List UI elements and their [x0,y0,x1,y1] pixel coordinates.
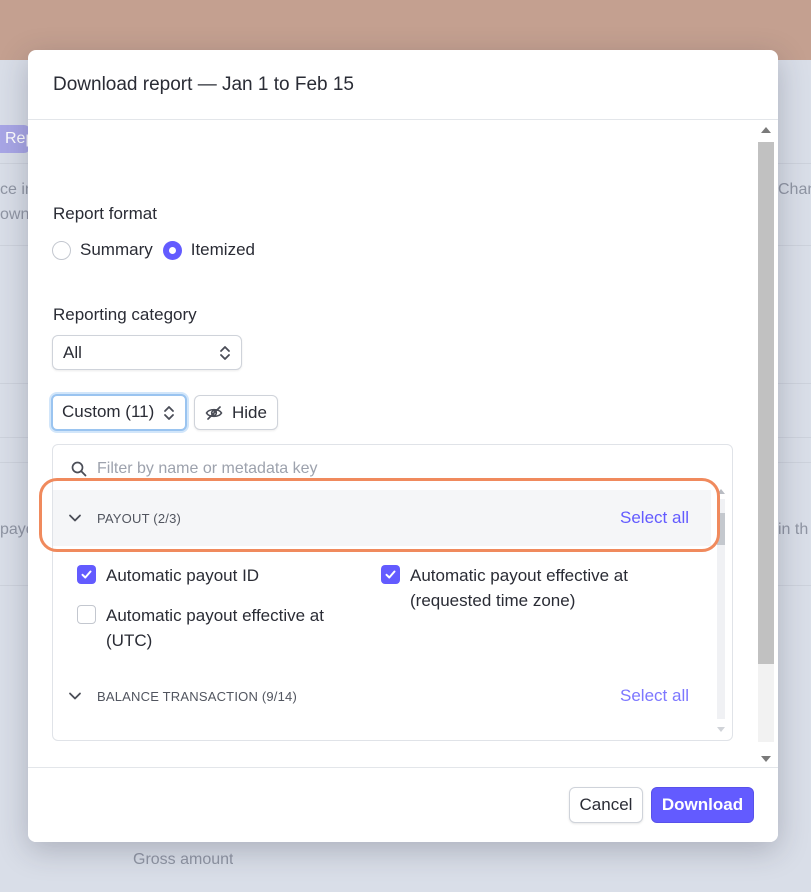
filter-row [71,459,497,479]
dialog-title: Download report — Jan 1 to Feb 15 [53,74,355,95]
backdrop-text: own [0,206,28,223]
payout-group-header[interactable]: PAYOUT (2/3) Select all [53,490,711,546]
balance-transaction-group-title: BALANCE TRANSACTION (9/14) [97,688,298,704]
column-option[interactable]: Automatic payout ID [77,563,347,588]
columns-select[interactable]: Custom (11) [51,394,187,431]
filter-columns-input[interactable] [97,460,497,478]
report-format-radio-group: Summary Itemized [52,240,265,260]
payout-group-title: PAYOUT (2/3) [97,510,182,526]
backdrop-badge: Rep [0,125,30,153]
scroll-up-arrow-icon[interactable] [717,489,725,494]
summary-radio[interactable] [52,240,71,260]
up-down-chevron-icon [220,346,230,360]
columns-panel: PAYOUT (2/3) Select all Automatic payout… [52,444,733,741]
column-option-label: Automatic payout effective at (requested… [410,566,628,610]
columns-select-value: Custom (11) [62,402,155,421]
dialog-scrollbar[interactable] [755,122,777,767]
scroll-down-arrow-icon[interactable] [761,756,771,762]
balance-transaction-group-header[interactable]: BALANCE TRANSACTION (9/14) Select all [53,668,711,724]
chevron-down-icon[interactable] [68,511,82,525]
scrollbar-thumb[interactable] [717,513,725,545]
summary-radio-label[interactable]: Summary [80,240,153,260]
checkbox-checked[interactable] [77,565,96,584]
checkmark-icon [81,570,92,579]
scroll-down-arrow-icon[interactable] [717,727,725,732]
cancel-button[interactable]: Cancel [569,787,643,823]
backdrop-text: payo [0,521,28,538]
dialog-body: Report format Summary Itemized Reporting… [28,120,778,767]
backdrop-text: ce in [0,181,28,198]
itemized-radio-label[interactable]: Itemized [191,240,255,260]
backdrop-text: in th [778,521,809,538]
chevron-down-icon[interactable] [68,689,82,703]
reporting-category-label: Reporting category [53,305,197,324]
checkmark-icon [385,570,396,579]
checkbox-unchecked[interactable] [77,605,96,624]
scrollbar-thumb[interactable] [758,142,774,664]
dialog-header: Download report — Jan 1 to Feb 15 [28,50,778,120]
backdrop-text: Gross amount [133,851,234,868]
column-option-label: Automatic payout effective at (UTC) [106,606,324,650]
backdrop-text: Chan [778,181,811,198]
scroll-up-arrow-icon[interactable] [761,127,771,133]
download-button[interactable]: Download [651,787,754,823]
column-option[interactable]: Automatic payout effective at (UTC) [77,603,347,653]
column-option[interactable]: Automatic payout effective at (requested… [381,563,681,613]
reporting-category-value: All [63,343,82,362]
columns-panel-scrollbar[interactable] [711,489,732,740]
hide-columns-button[interactable]: Hide [194,395,278,430]
search-icon [71,461,87,477]
hide-button-label: Hide [232,402,267,422]
up-down-chevron-icon [164,406,174,420]
eye-off-icon [205,405,223,420]
download-report-dialog: Download report — Jan 1 to Feb 15 Report… [28,50,778,842]
checkbox-checked[interactable] [381,565,400,584]
reporting-category-select[interactable]: All [52,335,242,370]
column-option-label: Automatic payout ID [106,566,260,585]
dialog-footer: Cancel Download [28,767,778,842]
report-format-label: Report format [53,204,157,223]
itemized-radio[interactable] [162,240,182,260]
payout-select-all-link[interactable]: Select all [620,508,689,528]
balance-transaction-select-all-link[interactable]: Select all [620,686,689,706]
